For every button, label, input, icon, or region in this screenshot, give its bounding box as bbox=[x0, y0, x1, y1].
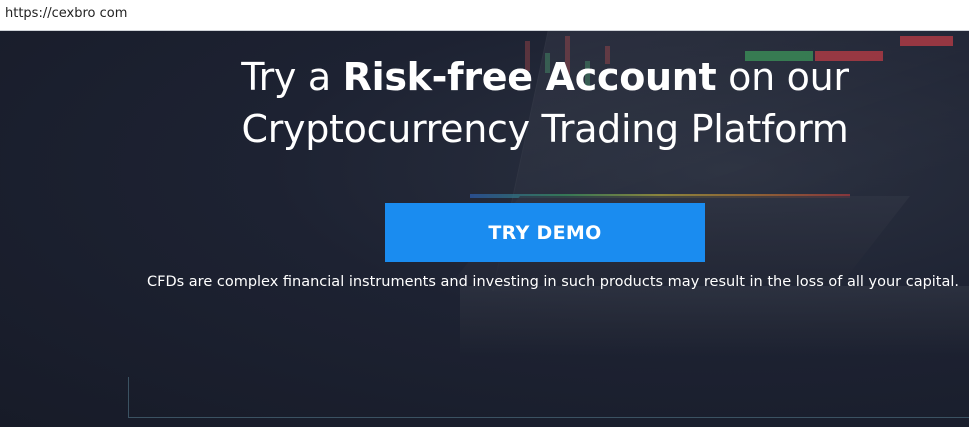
laptop-base-decoration bbox=[460, 286, 969, 356]
price-ticker-red bbox=[900, 36, 953, 46]
headline-emphasis: Risk-free Account bbox=[342, 55, 717, 99]
hero-section: Try a Risk-free Account on our Cryptocurr… bbox=[0, 31, 969, 427]
headline-suffix: on our bbox=[716, 55, 849, 99]
headline-prefix: Try a bbox=[241, 55, 343, 99]
frame-border-decoration bbox=[128, 377, 969, 418]
url-text[interactable]: https://cexbro com bbox=[5, 6, 127, 21]
browser-address-bar[interactable]: https://cexbro com bbox=[0, 0, 969, 31]
headline-line-2: Cryptocurrency Trading Platform bbox=[241, 107, 849, 151]
try-demo-button[interactable]: TRY DEMO bbox=[385, 203, 705, 262]
risk-disclaimer: CFDs are complex financial instruments a… bbox=[147, 274, 960, 290]
page-headline: Try a Risk-free Account on our Cryptocurr… bbox=[0, 51, 969, 155]
